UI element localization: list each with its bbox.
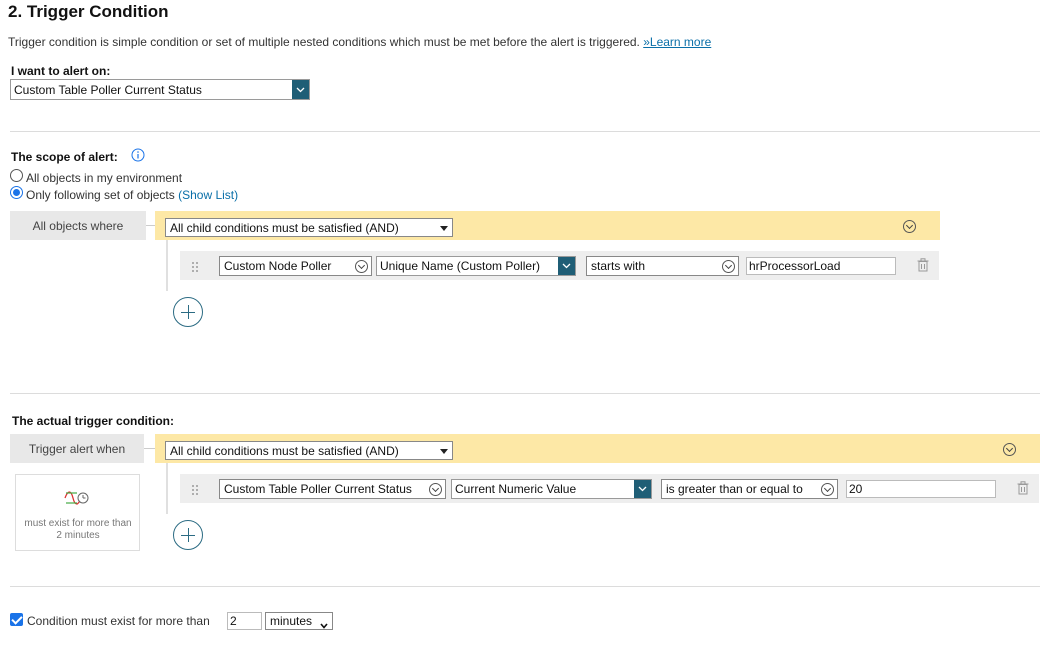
scope-field1-select[interactable]: Custom Node Poller [219, 256, 372, 276]
trash-icon[interactable] [917, 258, 929, 272]
trigger-value-text: 20 [849, 482, 863, 496]
alert-on-label: I want to alert on: [11, 64, 111, 78]
scope-all-radio[interactable] [10, 169, 23, 182]
trigger-label: The actual trigger condition: [12, 414, 175, 428]
trigger-box-label: Trigger alert when [10, 434, 144, 463]
scope-operator-value: starts with [591, 259, 646, 273]
scope-value-input[interactable]: hrProcessorLoad [746, 257, 896, 275]
scope-operator-select[interactable]: starts with [586, 256, 739, 276]
drag-handle-icon[interactable] [191, 260, 199, 272]
scope-following-label: Only following set of objects [26, 188, 175, 202]
scope-box-label: All objects where [10, 211, 146, 240]
chevron-down-icon [821, 483, 834, 496]
connector-line [144, 448, 155, 449]
scope-field2-value: Unique Name (Custom Poller) [380, 259, 541, 273]
trigger-field1-select[interactable]: Custom Table Poller Current Status [219, 479, 446, 499]
duration-unit-value: minutes [270, 614, 313, 628]
show-list-link[interactable]: (Show List) [178, 188, 238, 202]
tree-line [166, 463, 168, 514]
condition-wave-icon [63, 488, 91, 508]
chevron-down-icon [355, 260, 368, 273]
chevron-down-icon [320, 618, 328, 629]
condition-duration-label: Condition must exist for more than [27, 614, 210, 628]
scope-field2-select[interactable]: Unique Name (Custom Poller) [376, 256, 576, 276]
chevron-down-icon [292, 80, 309, 99]
tree-line [166, 240, 168, 291]
connector-line [146, 225, 155, 226]
divider [10, 131, 1040, 132]
trash-icon[interactable] [1017, 481, 1029, 495]
section-description: Trigger condition is simple condition or… [8, 35, 711, 49]
trigger-operator-select[interactable]: is greater than or equal to [661, 479, 838, 499]
description-text: Trigger condition is simple condition or… [8, 35, 640, 49]
duration-input[interactable]: 2 [227, 612, 262, 630]
trigger-operator-value: is greater than or equal to [666, 482, 803, 496]
divider [10, 586, 1040, 587]
divider [10, 393, 1040, 394]
chevron-down-icon [722, 260, 735, 273]
chevron-down-icon [429, 483, 442, 496]
section-title: 2. Trigger Condition [8, 2, 169, 21]
scope-label: The scope of alert: [11, 150, 118, 164]
scope-group-operator-select[interactable]: All child conditions must be satisfied (… [165, 218, 453, 237]
info-icon[interactable] [131, 148, 145, 162]
learn-more-link[interactable]: »Learn more [643, 35, 711, 49]
chevron-down-icon [440, 448, 448, 454]
add-condition-button[interactable] [173, 297, 203, 327]
condition-duration-checkbox[interactable] [10, 613, 23, 626]
trigger-field2-select[interactable]: Current Numeric Value [451, 479, 652, 499]
add-condition-button[interactable] [173, 520, 203, 550]
chevron-down-icon [634, 480, 651, 498]
scope-following-radio[interactable] [10, 186, 23, 199]
drag-handle-icon[interactable] [191, 483, 199, 495]
scope-field1-value: Custom Node Poller [224, 259, 332, 273]
trigger-group-operator-value: All child conditions must be satisfied (… [170, 443, 399, 458]
trigger-value-input[interactable]: 20 [846, 480, 996, 498]
scope-all-label: All objects in my environment [26, 171, 183, 185]
scope-group-operator-value: All child conditions must be satisfied (… [170, 220, 399, 235]
trigger-field1-value: Custom Table Poller Current Status [224, 482, 412, 496]
duration-note-box: must exist for more than 2 minutes [15, 474, 140, 551]
duration-unit-select[interactable]: minutes [265, 612, 333, 630]
collapse-chevron-icon[interactable] [1003, 443, 1016, 456]
alert-on-select[interactable]: Custom Table Poller Current Status [10, 79, 310, 100]
duration-value: 2 [230, 614, 237, 628]
chevron-down-icon [558, 257, 575, 275]
trigger-field2-value: Current Numeric Value [455, 482, 577, 496]
collapse-chevron-icon[interactable] [903, 220, 916, 233]
alert-on-value: Custom Table Poller Current Status [14, 82, 202, 97]
scope-value-text: hrProcessorLoad [749, 259, 841, 273]
trigger-group-operator-select[interactable]: All child conditions must be satisfied (… [165, 441, 453, 460]
duration-note-text: must exist for more than 2 minutes [24, 518, 132, 541]
chevron-down-icon [440, 225, 448, 231]
